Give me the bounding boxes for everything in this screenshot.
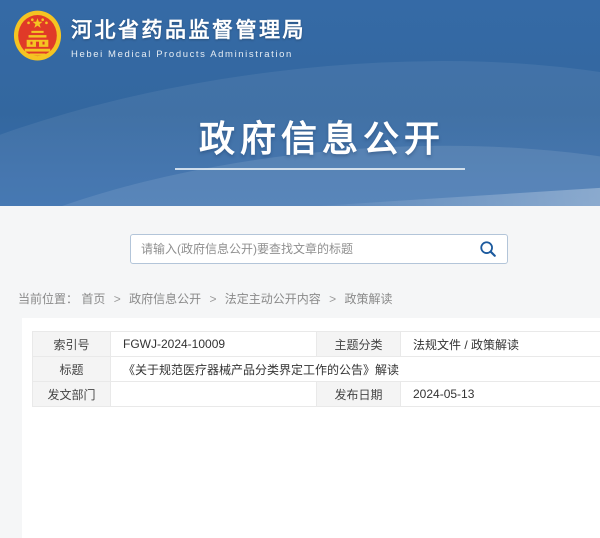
topic-category-label: 主题分类	[317, 332, 401, 357]
national-emblem-icon	[13, 8, 62, 65]
page-title: 政府信息公开	[2, 110, 600, 162]
document-title-value: 《关于规范医疗器械产品分类界定工作的公告》解读	[111, 357, 600, 382]
table-row: 标题 《关于规范医疗器械产品分类界定工作的公告》解读	[33, 357, 600, 382]
issuing-dept-label: 发文部门	[33, 382, 111, 407]
site-logo[interactable]: 河北省药品监督管理局 Hebei Medical Products Admini…	[13, 8, 306, 65]
site-title-block: 河北省药品监督管理局 Hebei Medical Products Admini…	[71, 14, 306, 60]
breadcrumb-separator: >	[209, 292, 216, 306]
breadcrumb-item-statutory-content[interactable]: 法定主动公开内容	[225, 292, 321, 306]
breadcrumb-label: 当前位置：	[18, 292, 78, 306]
search-button[interactable]	[469, 235, 507, 263]
index-number-label: 索引号	[33, 332, 111, 357]
breadcrumb-item-home[interactable]: 首页	[81, 292, 105, 306]
search-bar[interactable]	[130, 234, 508, 264]
search-icon	[479, 240, 497, 258]
breadcrumb-item-info-disclosure[interactable]: 政府信息公开	[129, 292, 201, 306]
breadcrumb-separator: >	[329, 292, 336, 306]
site-header: 河北省药品监督管理局 Hebei Medical Products Admini…	[0, 0, 600, 206]
document-info-panel: 索引号 FGWJ-2024-10009 主题分类 法规文件 / 政策解读 标题 …	[22, 318, 600, 538]
publish-date-value: 2024-05-13	[401, 382, 600, 407]
title-label: 标题	[33, 357, 111, 382]
site-name-zh: 河北省药品监督管理局	[71, 14, 306, 44]
issuing-dept-value	[111, 382, 317, 407]
breadcrumb-separator: >	[114, 292, 121, 306]
title-underline	[175, 168, 465, 170]
table-row: 索引号 FGWJ-2024-10009 主题分类 法规文件 / 政策解读	[33, 332, 600, 357]
header-wave-decoration	[240, 178, 600, 206]
table-row: 发文部门 发布日期 2024-05-13	[33, 382, 600, 407]
breadcrumb: 当前位置： 首页 > 政府信息公开 > 法定主动公开内容 > 政策解读	[18, 290, 393, 307]
publish-date-label: 发布日期	[317, 382, 401, 407]
document-info-table: 索引号 FGWJ-2024-10009 主题分类 法规文件 / 政策解读 标题 …	[32, 331, 600, 407]
site-name-en: Hebei Medical Products Administration	[71, 49, 306, 60]
search-input[interactable]	[131, 235, 469, 263]
index-number-value: FGWJ-2024-10009	[111, 332, 317, 357]
topic-category-value: 法规文件 / 政策解读	[401, 332, 600, 357]
breadcrumb-item-policy-interpretation[interactable]: 政策解读	[345, 292, 393, 306]
header-wave-decoration	[310, 188, 600, 206]
